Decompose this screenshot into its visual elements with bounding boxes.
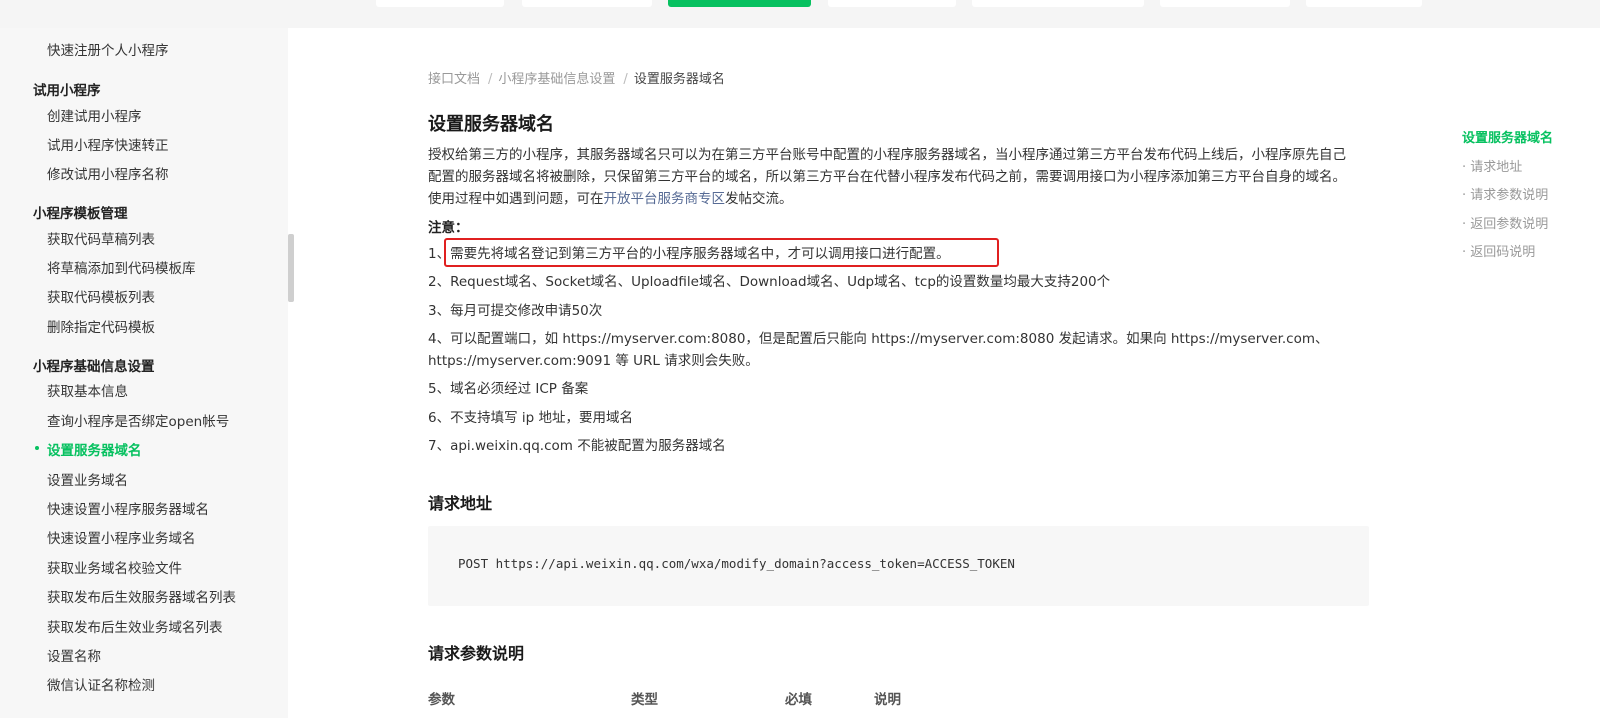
table-header-cell: 必填: [785, 692, 812, 708]
note-item-continued: https://myserver.com:9091 等 URL 请求则会失败。: [428, 353, 759, 369]
toc-item-active[interactable]: 设置服务器域名: [1462, 127, 1553, 146]
sidebar-item[interactable]: 创建试用小程序: [47, 105, 142, 125]
sidebar-item-active[interactable]: 设置服务器域名: [47, 439, 142, 459]
note-item: 5、域名必须经过 ICP 备案: [428, 381, 589, 397]
intro-text: 发帖交流。: [725, 191, 793, 207]
top-nav-tab[interactable]: [828, 0, 956, 7]
sidebar-item[interactable]: 删除指定代码模板: [47, 316, 155, 336]
section-title-params: 请求参数说明: [428, 644, 525, 663]
intro-line: 配置的服务器域名将被删除，只保留第三方平台的域名，所以第三方平台在代替小程序发布…: [428, 169, 1346, 185]
sidebar-item[interactable]: 获取代码模板列表: [47, 286, 155, 306]
sidebar-item[interactable]: 微信认证名称检测: [47, 674, 155, 694]
sidebar-item[interactable]: 获取发布后生效服务器域名列表: [47, 586, 236, 606]
sidebar-item[interactable]: 修改试用小程序名称: [47, 163, 169, 183]
toc-item[interactable]: · 返回参数说明: [1462, 213, 1548, 232]
sidebar-scrollbar[interactable]: [288, 234, 294, 302]
sidebar-item[interactable]: 快速设置小程序服务器域名: [47, 498, 209, 518]
breadcrumb-current: 设置服务器域名: [633, 72, 725, 87]
breadcrumb-separator: /: [623, 72, 628, 87]
top-nav-tab[interactable]: [972, 0, 1144, 7]
sidebar-item[interactable]: 设置名称: [47, 645, 101, 665]
top-nav-tab-active[interactable]: [668, 0, 811, 7]
intro-paragraph: 授权给第三方的小程序，其服务器域名只可以为在第三方平台账号中配置的小程序服务器域…: [428, 144, 1373, 210]
active-indicator-dot: [35, 446, 39, 450]
table-header-cell: 参数: [428, 692, 455, 708]
sidebar-item[interactable]: 获取代码草稿列表: [47, 228, 155, 248]
intro-text: 使用过程中如遇到问题，可在: [428, 191, 604, 207]
top-nav-tab[interactable]: [376, 0, 504, 7]
sidebar-nav: 快速注册个人小程序 试用小程序 创建试用小程序 试用小程序快速转正 修改试用小程…: [0, 28, 288, 718]
note-item: 7、api.weixin.qq.com 不能被配置为服务器域名: [428, 438, 726, 454]
table-header-cell: 类型: [631, 692, 658, 708]
toc-item[interactable]: · 返回码说明: [1462, 241, 1535, 260]
sidebar-item[interactable]: 获取基本信息: [47, 380, 128, 400]
note-item: 4、可以配置端口，如 https://myserver.com:8080，但是配…: [428, 331, 1329, 347]
top-nav-tab[interactable]: [522, 0, 652, 7]
top-nav-tab[interactable]: [1306, 0, 1422, 7]
sidebar-group-title: 小程序模板管理: [33, 206, 128, 222]
top-nav-bar: [0, 0, 1600, 28]
toc-item[interactable]: · 请求参数说明: [1462, 184, 1548, 203]
intro-line: 使用过程中如遇到问题，可在开放平台服务商专区发帖交流。: [428, 188, 1373, 210]
note-heading: 注意：: [428, 220, 469, 236]
sidebar-group-title: 试用小程序: [33, 83, 101, 99]
request-code: POST https://api.weixin.qq.com/wxa/modif…: [458, 556, 1015, 571]
note-item: 3、每月可提交修改申请50次: [428, 303, 603, 319]
table-header-cell: 说明: [874, 692, 901, 708]
sidebar-item[interactable]: 查询小程序是否绑定open帐号: [47, 410, 229, 430]
note-item: 2、Request域名、Socket域名、Uploadfile域名、Downlo…: [428, 274, 1111, 290]
sidebar-item[interactable]: 试用小程序快速转正: [47, 134, 169, 154]
breadcrumb-separator: /: [488, 72, 493, 87]
toc-item[interactable]: · 请求地址: [1462, 156, 1522, 175]
forum-link[interactable]: 开放平台服务商专区: [604, 191, 726, 207]
note-item: 6、不支持填写 ip 地址，要用域名: [428, 410, 633, 426]
sidebar-item[interactable]: 设置业务域名: [47, 469, 128, 489]
breadcrumb-link[interactable]: 接口文档: [428, 72, 480, 87]
top-nav-tab[interactable]: [1160, 0, 1290, 7]
highlight-annotation-box: [444, 238, 999, 267]
intro-line: 授权给第三方的小程序，其服务器域名只可以为在第三方平台账号中配置的小程序服务器域…: [428, 147, 1346, 163]
sidebar-item[interactable]: 将草稿添加到代码模板库: [47, 257, 196, 277]
sidebar-item[interactable]: 获取发布后生效业务域名列表: [47, 616, 223, 636]
page-title: 设置服务器域名: [428, 114, 554, 135]
code-block: POST https://api.weixin.qq.com/wxa/modif…: [428, 526, 1369, 606]
sidebar-item[interactable]: 获取业务域名校验文件: [47, 557, 182, 577]
sidebar-group-title: 小程序基础信息设置: [33, 359, 155, 375]
section-title-request-url: 请求地址: [428, 494, 493, 513]
sidebar-item[interactable]: 快速注册个人小程序: [47, 39, 169, 59]
breadcrumb-link[interactable]: 小程序基础信息设置: [498, 72, 615, 87]
breadcrumb: 接口文档 / 小程序基础信息设置 / 设置服务器域名: [428, 68, 725, 87]
sidebar-item[interactable]: 快速设置小程序业务域名: [47, 527, 196, 547]
